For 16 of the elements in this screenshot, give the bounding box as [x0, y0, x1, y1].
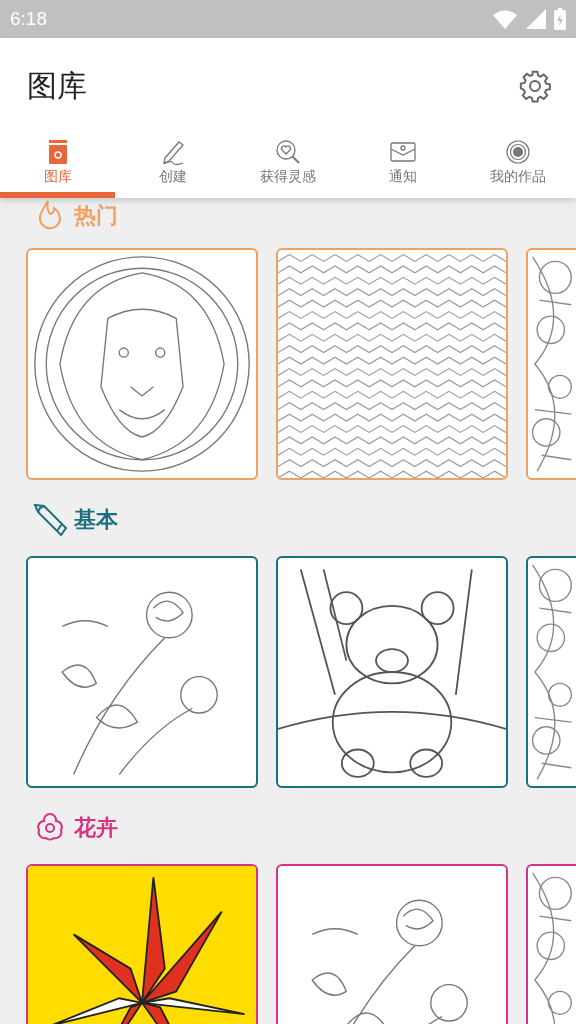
nav-tab[interactable]: 通知: [345, 134, 461, 198]
nav-tab[interactable]: 创建: [115, 134, 231, 198]
heart-search-icon: [274, 138, 302, 166]
nav-tab[interactable]: 我的作品: [460, 134, 576, 198]
flower-icon: [504, 138, 533, 166]
wifi-icon: [492, 9, 518, 29]
nav-tab[interactable]: 图库: [0, 134, 116, 198]
battery-icon: [554, 8, 566, 30]
signal-icon: [526, 9, 546, 29]
section-title: 花卉: [74, 814, 118, 842]
status-time: 6:18: [10, 8, 47, 30]
section-title: 热门: [74, 202, 118, 230]
nav-tab[interactable]: 获得灵感: [230, 134, 346, 198]
page-title: 图库: [27, 66, 87, 105]
settings-icon[interactable]: [518, 69, 552, 103]
section-title: 基本: [74, 506, 118, 534]
